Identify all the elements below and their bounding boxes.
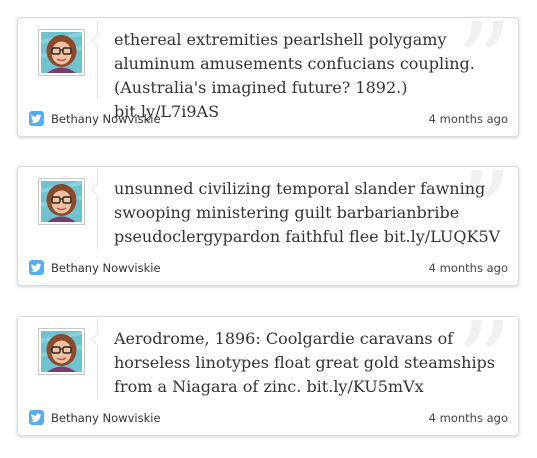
tweet-body: Aerodrome, 1896: Coolgardie caravans of …: [97, 319, 513, 399]
tweet-text: Aerodrome, 1896: Coolgardie caravans of …: [114, 327, 514, 399]
tweet-text-content: Aerodrome, 1896: Coolgardie caravans of …: [114, 329, 496, 396]
author-name[interactable]: Bethany Nowviskie: [51, 112, 161, 126]
tweet-footer: Bethany Nowviskie 4 months ago: [29, 410, 508, 426]
avatar-image: [41, 331, 82, 372]
avatar[interactable]: [38, 178, 85, 225]
tweet-link[interactable]: bit.ly/LUQK5V: [384, 227, 500, 246]
tweet-footer: Bethany Nowviskie 4 months ago: [29, 260, 508, 276]
tweet-footer: Bethany Nowviskie 4 months ago: [29, 111, 508, 127]
tweet-card: ” Aerodrome, 1896: Coolgardie caravans o…: [17, 316, 519, 436]
tweet-card: ” unsunned civilizing temporal slander f…: [17, 166, 519, 286]
tweet-timestamp[interactable]: 4 months ago: [429, 112, 508, 126]
tweet-timestamp[interactable]: 4 months ago: [429, 261, 508, 275]
tweet-card: ” ethereal extremities pearlshell polyga…: [17, 17, 519, 137]
tweet-text: unsunned civilizing temporal slander faw…: [114, 177, 514, 249]
twitter-bird-icon[interactable]: [29, 111, 44, 126]
avatar-image: [41, 32, 82, 73]
tweet-text-content: ethereal extremities pearlshell polygamy…: [114, 30, 475, 97]
twitter-bird-icon[interactable]: [29, 410, 44, 425]
tweet-body: unsunned civilizing temporal slander faw…: [97, 169, 513, 249]
author-name[interactable]: Bethany Nowviskie: [51, 411, 161, 425]
twitter-bird-icon[interactable]: [29, 260, 44, 275]
tweet-link[interactable]: bit.ly/KU5mVx: [306, 377, 423, 396]
avatar[interactable]: [38, 29, 85, 76]
tweet-timestamp[interactable]: 4 months ago: [429, 411, 508, 425]
tweet-body: ethereal extremities pearlshell polygamy…: [97, 20, 513, 121]
tweet-text: ethereal extremities pearlshell polygamy…: [114, 28, 514, 124]
avatar[interactable]: [38, 328, 85, 375]
avatar-image: [41, 181, 82, 222]
author-name[interactable]: Bethany Nowviskie: [51, 261, 161, 275]
